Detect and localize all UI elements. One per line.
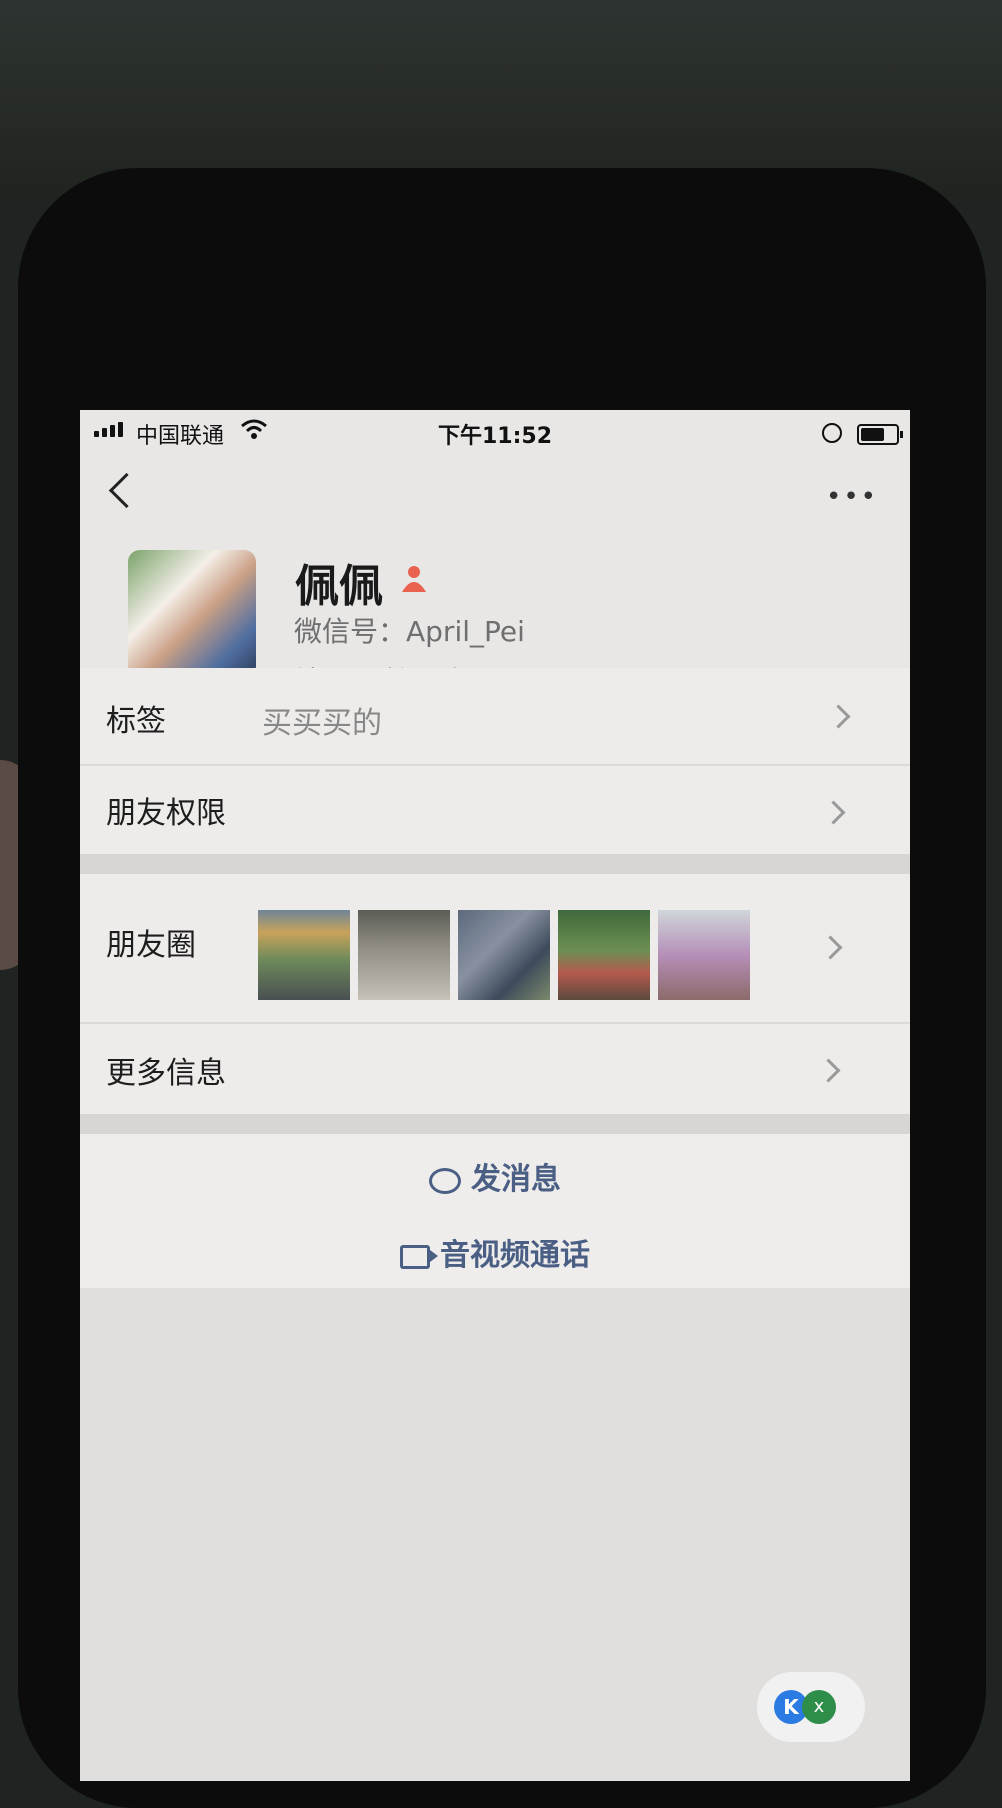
moments-photo: [258, 910, 350, 1000]
rotation-lock-icon: [822, 423, 842, 443]
moments-photos: [258, 910, 750, 1000]
tags-row[interactable]: 标签 买买买的: [80, 668, 910, 764]
more-icon[interactable]: •••: [826, 482, 878, 512]
moments-photo: [458, 910, 550, 1000]
status-bar: 中国联通 下午11:52: [80, 410, 910, 456]
signal-icon: [94, 422, 123, 437]
video-icon: [400, 1244, 438, 1269]
video-call-button[interactable]: 音视频通话: [80, 1230, 910, 1274]
permissions-row[interactable]: 朋友权限: [80, 766, 910, 854]
section-gap: [80, 854, 910, 874]
close-icon[interactable]: x: [802, 1690, 836, 1724]
moments-row[interactable]: 朋友圈: [80, 874, 910, 1022]
actions-panel: 发消息 音视频通话: [80, 1134, 910, 1288]
send-message-button[interactable]: 发消息: [80, 1154, 910, 1198]
avatar[interactable]: [128, 550, 256, 678]
battery-icon: [857, 424, 903, 445]
moments-photo: [558, 910, 650, 1000]
chevron-right-icon: [818, 935, 843, 960]
screen: 中国联通 下午11:52 ••• 佩佩 微信号：April_Pei 地区：浙江 …: [80, 410, 910, 1781]
clock: 下午11:52: [438, 424, 553, 449]
more-info-row[interactable]: 更多信息: [80, 1024, 910, 1114]
moments-photo: [358, 910, 450, 1000]
tags-value: 买买买的: [262, 706, 382, 741]
chevron-right-icon: [821, 800, 846, 825]
wifi-icon: [241, 419, 267, 439]
permissions-label: 朋友权限: [106, 796, 226, 831]
profile-name: 佩佩: [295, 561, 383, 612]
carrier-label: 中国联通: [136, 424, 225, 449]
tags-label: 标签: [106, 704, 166, 739]
wechat-id: 微信号：April_Pei: [294, 615, 525, 648]
floating-widget[interactable]: K x: [757, 1672, 865, 1742]
video-call-label: 音视频通话: [440, 1238, 590, 1273]
moments-label: 朋友圈: [106, 928, 196, 963]
send-message-label: 发消息: [471, 1162, 561, 1197]
moments-photo: [658, 910, 750, 1000]
chat-icon: [429, 1167, 461, 1194]
section-gap: [80, 1114, 910, 1134]
chevron-right-icon: [826, 704, 851, 729]
female-icon: [402, 566, 426, 592]
chevron-right-icon: [816, 1058, 841, 1083]
back-icon[interactable]: [108, 472, 145, 509]
more-info-label: 更多信息: [106, 1056, 226, 1091]
